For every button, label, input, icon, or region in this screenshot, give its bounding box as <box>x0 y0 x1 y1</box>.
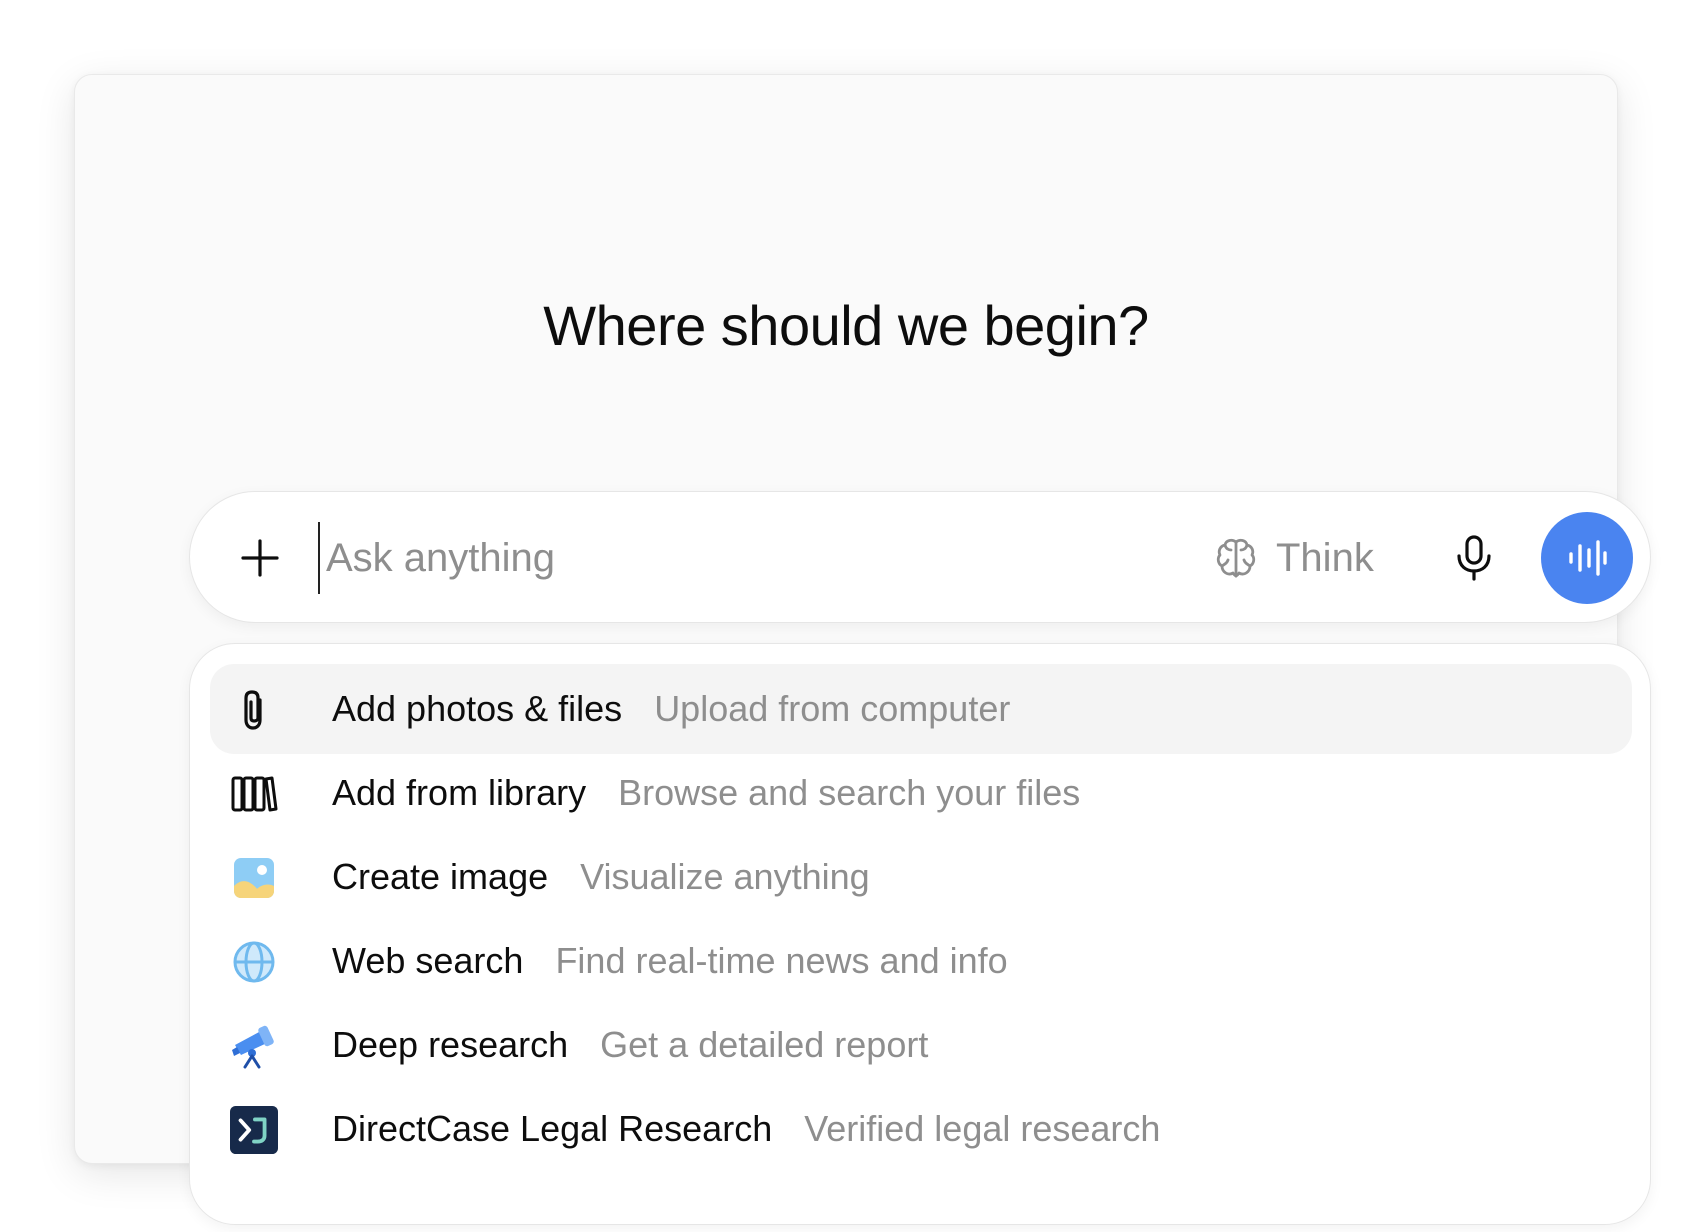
menu-item-description: Find real-time news and info <box>555 940 1008 981</box>
think-label: Think <box>1276 535 1374 580</box>
page-title: Where should we begin? <box>543 294 1149 357</box>
brain-icon <box>1216 538 1256 578</box>
microphone-button[interactable] <box>1444 528 1504 588</box>
ask-input[interactable] <box>318 522 1078 594</box>
menu-item-directcase-legal-research[interactable]: DirectCase Legal Research Verified legal… <box>210 1084 1632 1174</box>
menu-item-add-from-library[interactable]: Add from library Browse and search your … <box>210 748 1632 838</box>
menu-item-title: Create image <box>332 856 549 897</box>
menu-item-title: Deep research <box>332 1024 569 1065</box>
composer: Think <box>189 491 1651 623</box>
menu-item-description: Upload from computer <box>654 688 1011 729</box>
menu-item-description: Verified legal research <box>804 1108 1161 1149</box>
image-icon <box>230 854 278 902</box>
menu-item-description: Visualize anything <box>580 856 870 897</box>
plus-icon <box>241 539 279 577</box>
telescope-icon <box>230 1022 278 1070</box>
menu-item-description: Get a detailed report <box>600 1024 929 1065</box>
voice-mode-button[interactable] <box>1541 512 1633 604</box>
menu-item-title: Add from library <box>332 772 587 813</box>
plus-button[interactable] <box>232 530 288 586</box>
menu-item-add-photos-files[interactable]: Add photos & files Upload from computer <box>210 664 1632 754</box>
globe-icon <box>230 938 278 986</box>
menu-item-description: Browse and search your files <box>618 772 1081 813</box>
chat-window: Where should we begin? Think <box>74 74 1651 1225</box>
paperclip-icon <box>230 686 278 734</box>
menu-item-create-image[interactable]: Create image Visualize anything <box>210 832 1632 922</box>
menu-item-deep-research[interactable]: Deep research Get a detailed report <box>210 1000 1632 1090</box>
menu-item-web-search[interactable]: Web search Find real-time news and info <box>210 916 1632 1006</box>
attachment-menu: Add photos & files Upload from computer … <box>189 643 1651 1225</box>
directcase-logo-icon <box>230 1106 278 1154</box>
voice-waveform-icon <box>1569 540 1607 576</box>
think-button[interactable]: Think <box>1214 528 1374 588</box>
menu-item-title: DirectCase Legal Research <box>332 1108 773 1149</box>
library-icon <box>230 770 278 818</box>
menu-item-title: Add photos & files <box>332 688 623 729</box>
microphone-icon <box>1457 535 1491 581</box>
menu-item-title: Web search <box>332 940 524 981</box>
